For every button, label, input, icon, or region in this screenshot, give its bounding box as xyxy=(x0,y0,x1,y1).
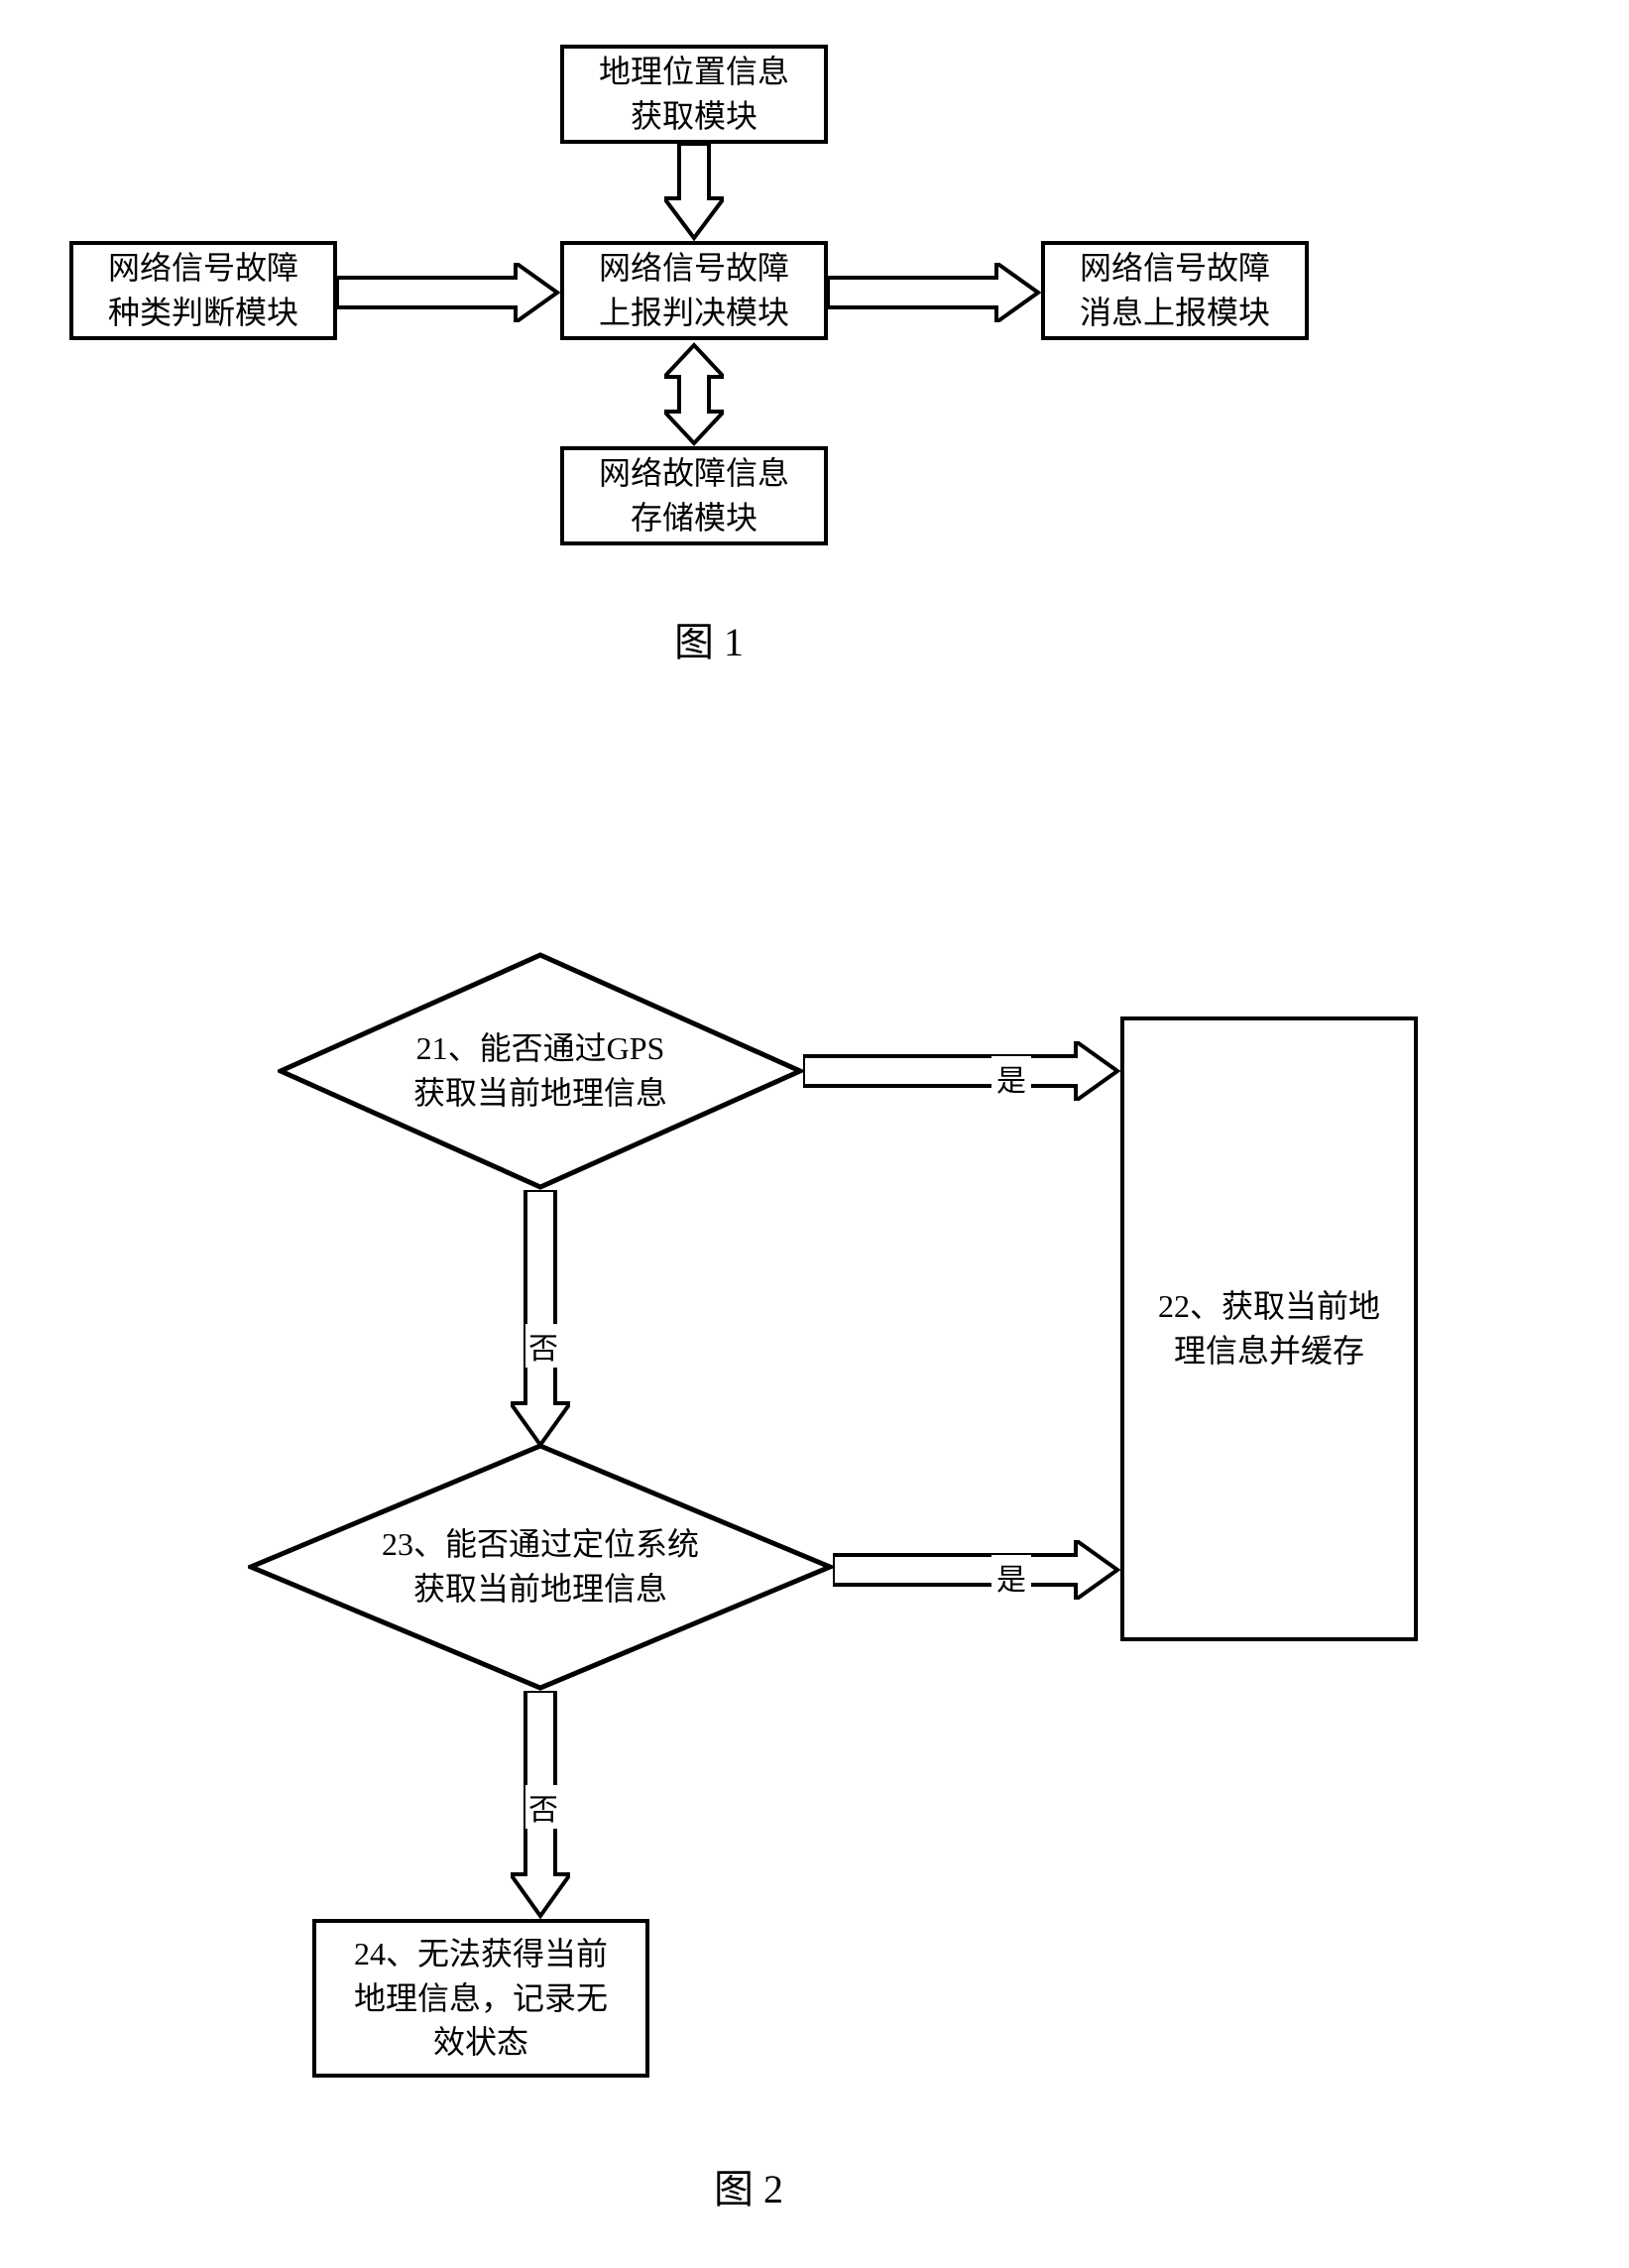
geo-location-module-box: 地理位置信息 获取模块 xyxy=(560,45,828,144)
figure2-caption: 图 2 xyxy=(714,2157,783,2214)
report-decision-module-box: 网络信号故障 上报判决模块 xyxy=(560,241,828,340)
fault-type-module-text: 网络信号故障 种类判断模块 xyxy=(108,246,298,335)
fault-storage-module-box: 网络故障信息 存储模块 xyxy=(560,446,828,545)
arrow-23-to-22 xyxy=(833,1540,1120,1600)
figure1-caption: 图 1 xyxy=(674,610,744,667)
step23-diamond: 23、能否通过定位系统 获取当前地理信息 xyxy=(248,1443,833,1691)
step21-diamond: 21、能否通过GPS 获取当前地理信息 xyxy=(278,952,803,1190)
arrow-bidirectional-storage xyxy=(664,342,724,446)
label-no-23: 否 xyxy=(525,1785,561,1829)
label-yes-21: 是 xyxy=(991,1056,1031,1100)
arrow-right-fault-type xyxy=(337,263,560,322)
fault-storage-module-text: 网络故障信息 存储模块 xyxy=(599,451,789,540)
arrow-21-to-23 xyxy=(511,1190,570,1448)
label-no-21: 否 xyxy=(525,1324,561,1368)
step22-text: 22、获取当前地 理信息并缓存 xyxy=(1158,1284,1380,1373)
arrow-down-geo xyxy=(664,144,724,243)
arrow-right-report-decision xyxy=(828,263,1041,322)
label-yes-23: 是 xyxy=(991,1555,1031,1599)
step21-text: 21、能否通过GPS 获取当前地理信息 xyxy=(413,1026,667,1116)
geo-location-module-text: 地理位置信息 获取模块 xyxy=(599,50,789,139)
step24-box: 24、无法获得当前 地理信息，记录无 效状态 xyxy=(312,1919,649,2078)
step22-box: 22、获取当前地 理信息并缓存 xyxy=(1120,1016,1418,1641)
arrow-21-to-22 xyxy=(803,1041,1120,1101)
msg-report-module-text: 网络信号故障 消息上报模块 xyxy=(1080,246,1270,335)
step23-text: 23、能否通过定位系统 获取当前地理信息 xyxy=(382,1522,699,1611)
report-decision-module-text: 网络信号故障 上报判决模块 xyxy=(599,246,789,335)
step24-text: 24、无法获得当前 地理信息，记录无 效状态 xyxy=(354,1932,608,2065)
fault-type-module-box: 网络信号故障 种类判断模块 xyxy=(69,241,337,340)
msg-report-module-box: 网络信号故障 消息上报模块 xyxy=(1041,241,1309,340)
